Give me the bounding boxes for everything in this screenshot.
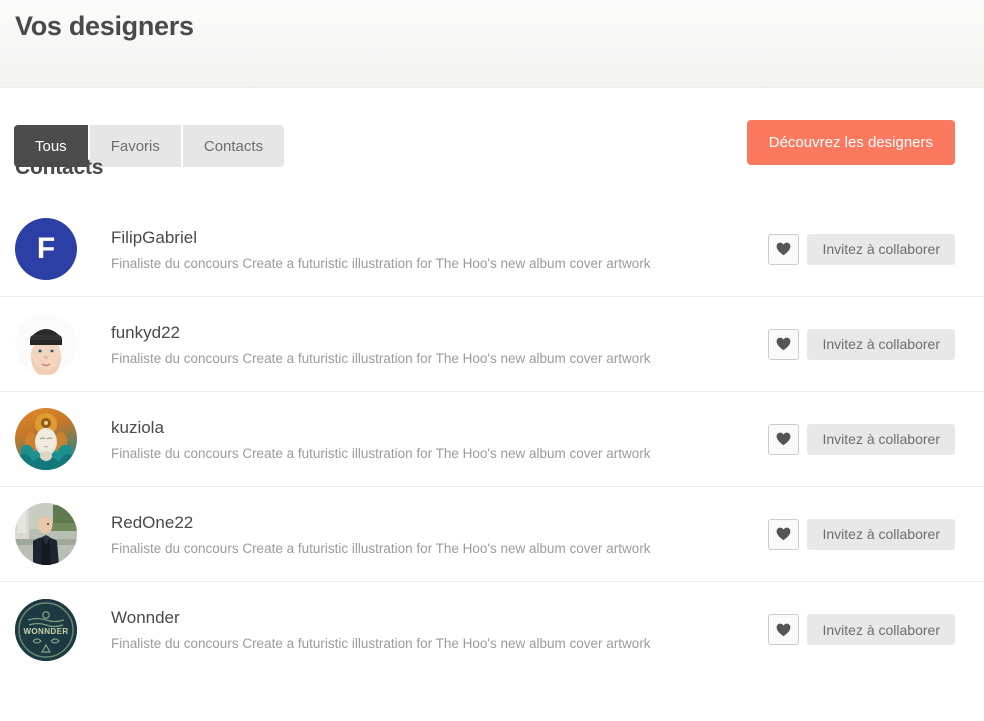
contact-info: funkyd22 Finaliste du concours Create a … [111,323,768,366]
avatar-photo-man-outdoors [15,503,77,565]
contact-info: kuziola Finaliste du concours Create a f… [111,418,768,461]
heart-icon [777,527,791,541]
main-content: Contacts F FilipGabriel Finaliste du con… [0,156,984,677]
contact-info: FilipGabriel Finaliste du concours Creat… [111,228,768,271]
avatar-illustration-ornate-head [15,408,77,470]
contact-description: Finaliste du concours Create a futuristi… [111,445,651,461]
contact-info: Wonnder Finaliste du concours Create a f… [111,608,768,651]
tab-tous-label: Tous [35,137,67,155]
contact-row[interactable]: F FilipGabriel Finaliste du concours Cre… [0,202,984,297]
row-actions: Invitez à collaborer [768,518,955,550]
contact-description: Finaliste du concours Create a futuristi… [111,350,651,366]
favorite-button[interactable] [768,233,800,265]
row-actions: Invitez à collaborer [768,614,955,645]
row-actions: Invitez à collaborer [768,233,955,265]
favorite-button[interactable] [768,518,800,550]
avatar-photo-man-beanie [15,313,77,375]
heart-icon [777,623,791,636]
page-title: Vos designers [15,11,194,41]
contact-name[interactable]: Wonnder [111,608,768,628]
heart-icon [777,432,791,446]
avatar[interactable]: F [15,218,77,280]
invite-to-collaborate-button[interactable]: Invitez à collaborer [807,233,955,265]
avatar-logo-wonnder: WONNDER [15,598,77,661]
contact-name[interactable]: kuziola [111,418,768,438]
invite-to-collaborate-button[interactable]: Invitez à collaborer [807,614,955,645]
avatar[interactable] [15,408,77,470]
heart-icon [777,242,791,256]
contact-list: F FilipGabriel Finaliste du concours Cre… [0,202,984,677]
contact-description: Finaliste du concours Create a futuristi… [111,540,651,556]
contact-name[interactable]: FilipGabriel [111,228,768,248]
favorite-button[interactable] [768,328,800,360]
avatar[interactable] [15,503,77,565]
contact-description: Finaliste du concours Create a futuristi… [111,636,651,651]
invite-to-collaborate-button[interactable]: Invitez à collaborer [807,328,955,360]
page-header: Vos designers [0,0,984,88]
avatar[interactable]: WONNDER [15,598,77,661]
favorite-button[interactable] [768,423,800,455]
invite-to-collaborate-button[interactable]: Invitez à collaborer [807,423,955,455]
contact-name[interactable]: RedOne22 [111,513,768,533]
contact-row[interactable]: kuziola Finaliste du concours Create a f… [0,392,984,487]
tab-favoris-label: Favoris [110,137,160,155]
contact-description: Finaliste du concours Create a futuristi… [111,255,651,271]
avatar-initial: F [36,232,56,265]
contact-info: RedOne22 Finaliste du concours Create a … [111,513,768,556]
contact-row[interactable]: WONNDER Wonnder Finaliste du concours Cr… [0,582,984,677]
section-title-contacts: Contacts [15,156,104,179]
avatar[interactable] [15,313,77,375]
tab-contacts-label: Contacts [203,137,264,155]
contact-row[interactable]: funkyd22 Finaliste du concours Create a … [0,297,984,392]
contact-row[interactable]: RedOne22 Finaliste du concours Create a … [0,487,984,582]
invite-to-collaborate-button[interactable]: Invitez à collaborer [807,518,955,550]
heart-icon [777,337,791,351]
svg-text:WONNDER: WONNDER [23,627,68,636]
favorite-button[interactable] [768,614,800,645]
row-actions: Invitez à collaborer [768,328,955,360]
contact-name[interactable]: funkyd22 [111,323,768,343]
row-actions: Invitez à collaborer [768,423,955,455]
